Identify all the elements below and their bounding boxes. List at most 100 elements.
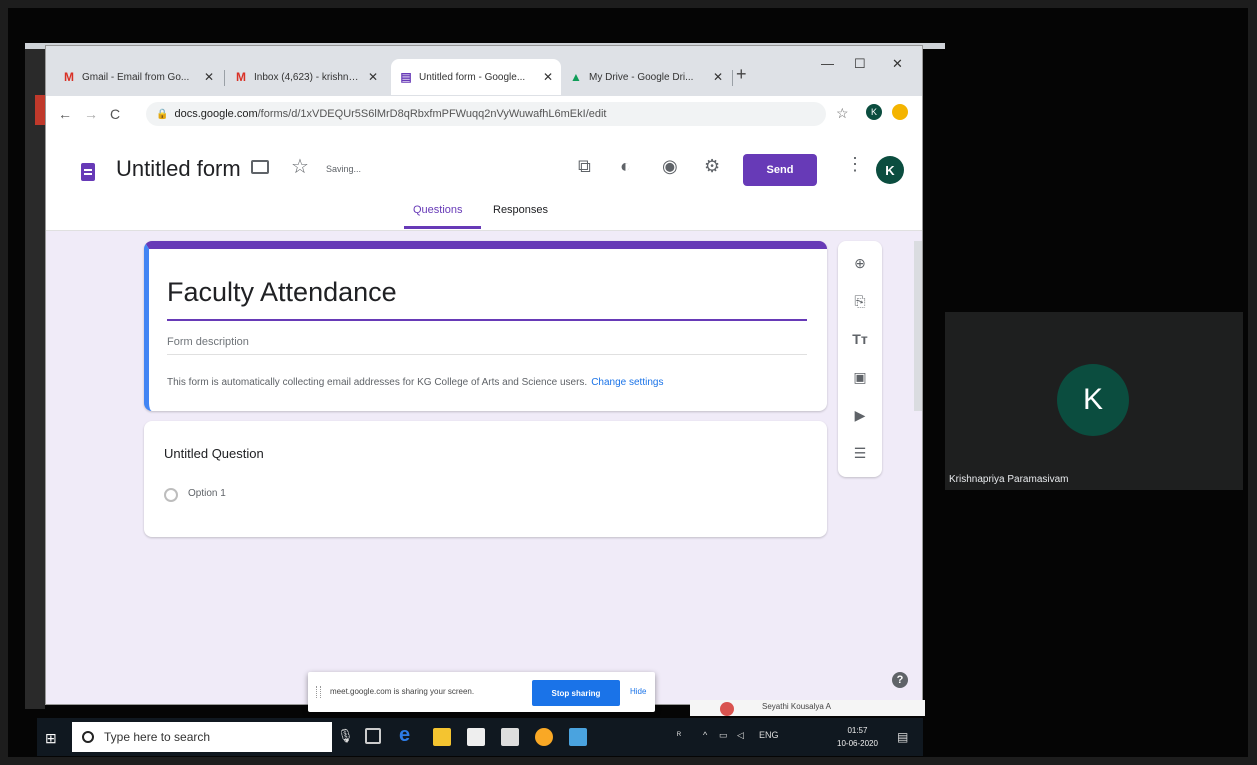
forms-icon: ▤ xyxy=(400,70,412,84)
notification-icon[interactable]: ▤ xyxy=(897,730,908,744)
active-tab-indicator xyxy=(404,226,481,229)
tab-gmail[interactable]: M Gmail - Email from Go... ✕ xyxy=(54,59,222,95)
form-canvas: Faculty Attendance Form description This… xyxy=(46,231,922,704)
mail-icon[interactable] xyxy=(501,728,519,746)
url-field[interactable]: 🔒 docs.google.com /forms/d/1xVDEQUr5S6lM… xyxy=(146,102,826,126)
back-icon[interactable]: ← xyxy=(58,106,72,122)
store-icon[interactable] xyxy=(467,728,485,746)
windows-start-icon[interactable]: ⊞ xyxy=(45,730,59,746)
addons-icon[interactable]: ⧉ xyxy=(578,156,591,177)
account-avatar[interactable]: K xyxy=(876,156,904,184)
maximize-button[interactable]: ☐ xyxy=(854,56,866,72)
page-scrollbar[interactable] xyxy=(914,241,922,411)
stop-sharing-button[interactable]: Stop sharing xyxy=(532,680,620,706)
folder-icon[interactable] xyxy=(251,160,269,174)
clock-time: 01:57 xyxy=(847,726,868,735)
taskbar-search-input[interactable]: Type here to search xyxy=(72,722,332,752)
notice-text: This form is automatically collecting em… xyxy=(167,377,588,388)
tab-questions[interactable]: Questions xyxy=(413,204,463,216)
tab-responses[interactable]: Responses xyxy=(493,204,548,216)
participant-tile[interactable]: K Krishnapriya Paramasivam xyxy=(945,312,1243,490)
help-icon[interactable]: ? xyxy=(892,672,908,688)
star-icon[interactable]: ☆ xyxy=(291,154,309,179)
search-placeholder: Type here to search xyxy=(104,730,211,744)
save-status: Saving... xyxy=(326,164,362,174)
preview-eye-icon[interactable]: ◉ xyxy=(662,156,678,177)
tab-title: My Drive - Google Dri... xyxy=(589,71,694,83)
tab-untitled-form[interactable]: ▤ Untitled form - Google... ✕ xyxy=(391,59,561,95)
tab-inbox[interactable]: M Inbox (4,623) - krishna... ✕ xyxy=(226,59,386,95)
people-icon[interactable]: ᴿ xyxy=(677,730,681,740)
tab-title: Gmail - Email from Go... xyxy=(82,71,190,83)
close-tab-icon[interactable]: ✕ xyxy=(543,70,553,84)
new-tab-button[interactable]: + xyxy=(736,64,747,85)
screen-share-bar: meet.google.com is sharing your screen. … xyxy=(308,672,655,712)
description-underline xyxy=(167,354,807,355)
reload-icon[interactable]: C xyxy=(110,106,120,122)
edge-icon[interactable]: e xyxy=(399,724,417,746)
url-host: docs.google.com xyxy=(174,108,258,120)
share-message: meet.google.com is sharing your screen. xyxy=(330,687,475,696)
add-video-icon[interactable]: ▶ xyxy=(838,407,882,424)
extension-icon[interactable] xyxy=(892,104,908,120)
form-description-input[interactable]: Form description xyxy=(167,336,249,348)
search-icon xyxy=(82,731,94,743)
change-settings-link[interactable]: Change settings xyxy=(591,377,663,388)
tab-divider xyxy=(224,70,225,86)
form-title-input[interactable]: Faculty Attendance xyxy=(167,277,397,308)
task-view-icon[interactable] xyxy=(365,728,381,744)
add-image-icon[interactable]: ▣ xyxy=(838,369,882,386)
question-card[interactable]: Untitled Question Option 1 xyxy=(144,421,827,537)
app-icon[interactable] xyxy=(569,728,587,746)
more-vert-icon[interactable]: ⋮ xyxy=(846,154,864,175)
tray-chevron-icon[interactable]: ^ xyxy=(703,730,707,740)
floating-toolbar: ⊕ ⎘ Tт ▣ ▶ ☰ xyxy=(838,241,882,477)
forward-icon[interactable]: → xyxy=(84,106,98,122)
tab-divider xyxy=(732,70,733,86)
tab-my-drive[interactable]: ▲ My Drive - Google Dri... ✕ xyxy=(561,59,731,95)
network-icon[interactable]: ▭ xyxy=(719,730,728,741)
close-tab-icon[interactable]: ✕ xyxy=(204,70,214,84)
drive-icon: ▲ xyxy=(570,70,582,84)
close-window-button[interactable]: ✕ xyxy=(892,56,903,72)
bookmark-star-icon[interactable]: ☆ xyxy=(836,105,849,122)
drag-handle-icon[interactable] xyxy=(316,686,321,698)
system-clock[interactable]: 01:57 10-06-2020 xyxy=(837,724,878,750)
speaker-name: Seyathi Kousalya A xyxy=(762,702,831,711)
close-tab-icon[interactable]: ✕ xyxy=(368,70,378,84)
add-title-icon[interactable]: Tт xyxy=(838,331,882,347)
form-title-card: Faculty Attendance Form description This… xyxy=(144,241,827,411)
import-questions-icon[interactable]: ⎘ xyxy=(838,293,882,310)
participant-avatar: K xyxy=(1057,364,1129,436)
forms-header: Untitled form ☆ Saving... ⧉ ◐ ◉ ⚙ Send ⋮… xyxy=(46,132,922,231)
email-collection-notice: This form is automatically collecting em… xyxy=(167,377,663,388)
speaker-avatar xyxy=(720,702,734,716)
close-tab-icon[interactable]: ✕ xyxy=(713,70,723,84)
language-indicator[interactable]: ENG xyxy=(759,730,779,740)
browser-window: M Gmail - Email from Go... ✕ M Inbox (4,… xyxy=(45,45,923,705)
desktop-left-edge xyxy=(25,49,45,709)
hide-button[interactable]: Hide xyxy=(630,687,646,696)
url-path: /forms/d/1xVDEQUr5S6lMrD8qRbxfmPFWuqq2nV… xyxy=(257,108,607,120)
settings-gear-icon[interactable]: ⚙ xyxy=(704,156,720,177)
document-title[interactable]: Untitled form xyxy=(116,156,241,182)
profile-avatar[interactable]: K xyxy=(866,104,882,120)
radio-button[interactable] xyxy=(164,488,178,502)
volume-icon[interactable]: ◁ xyxy=(737,730,744,741)
title-underline xyxy=(167,319,807,321)
lock-icon: 🔒 xyxy=(156,108,169,120)
add-section-icon[interactable]: ☰ xyxy=(838,445,882,462)
chrome-icon[interactable] xyxy=(535,728,553,746)
minimize-button[interactable]: — xyxy=(821,56,834,71)
file-explorer-icon[interactable] xyxy=(433,728,451,746)
question-title[interactable]: Untitled Question xyxy=(164,446,264,461)
send-button[interactable]: Send xyxy=(743,154,817,186)
option-label[interactable]: Option 1 xyxy=(188,488,226,499)
gmail-icon: M xyxy=(64,70,74,84)
gmail-icon: M xyxy=(236,70,246,84)
microphone-icon[interactable]: 🎙 xyxy=(337,728,355,746)
google-forms-icon[interactable] xyxy=(81,163,95,181)
add-question-icon[interactable]: ⊕ xyxy=(838,255,882,272)
tab-bar: M Gmail - Email from Go... ✕ M Inbox (4,… xyxy=(46,46,922,96)
palette-icon[interactable]: ◐ xyxy=(620,156,631,177)
